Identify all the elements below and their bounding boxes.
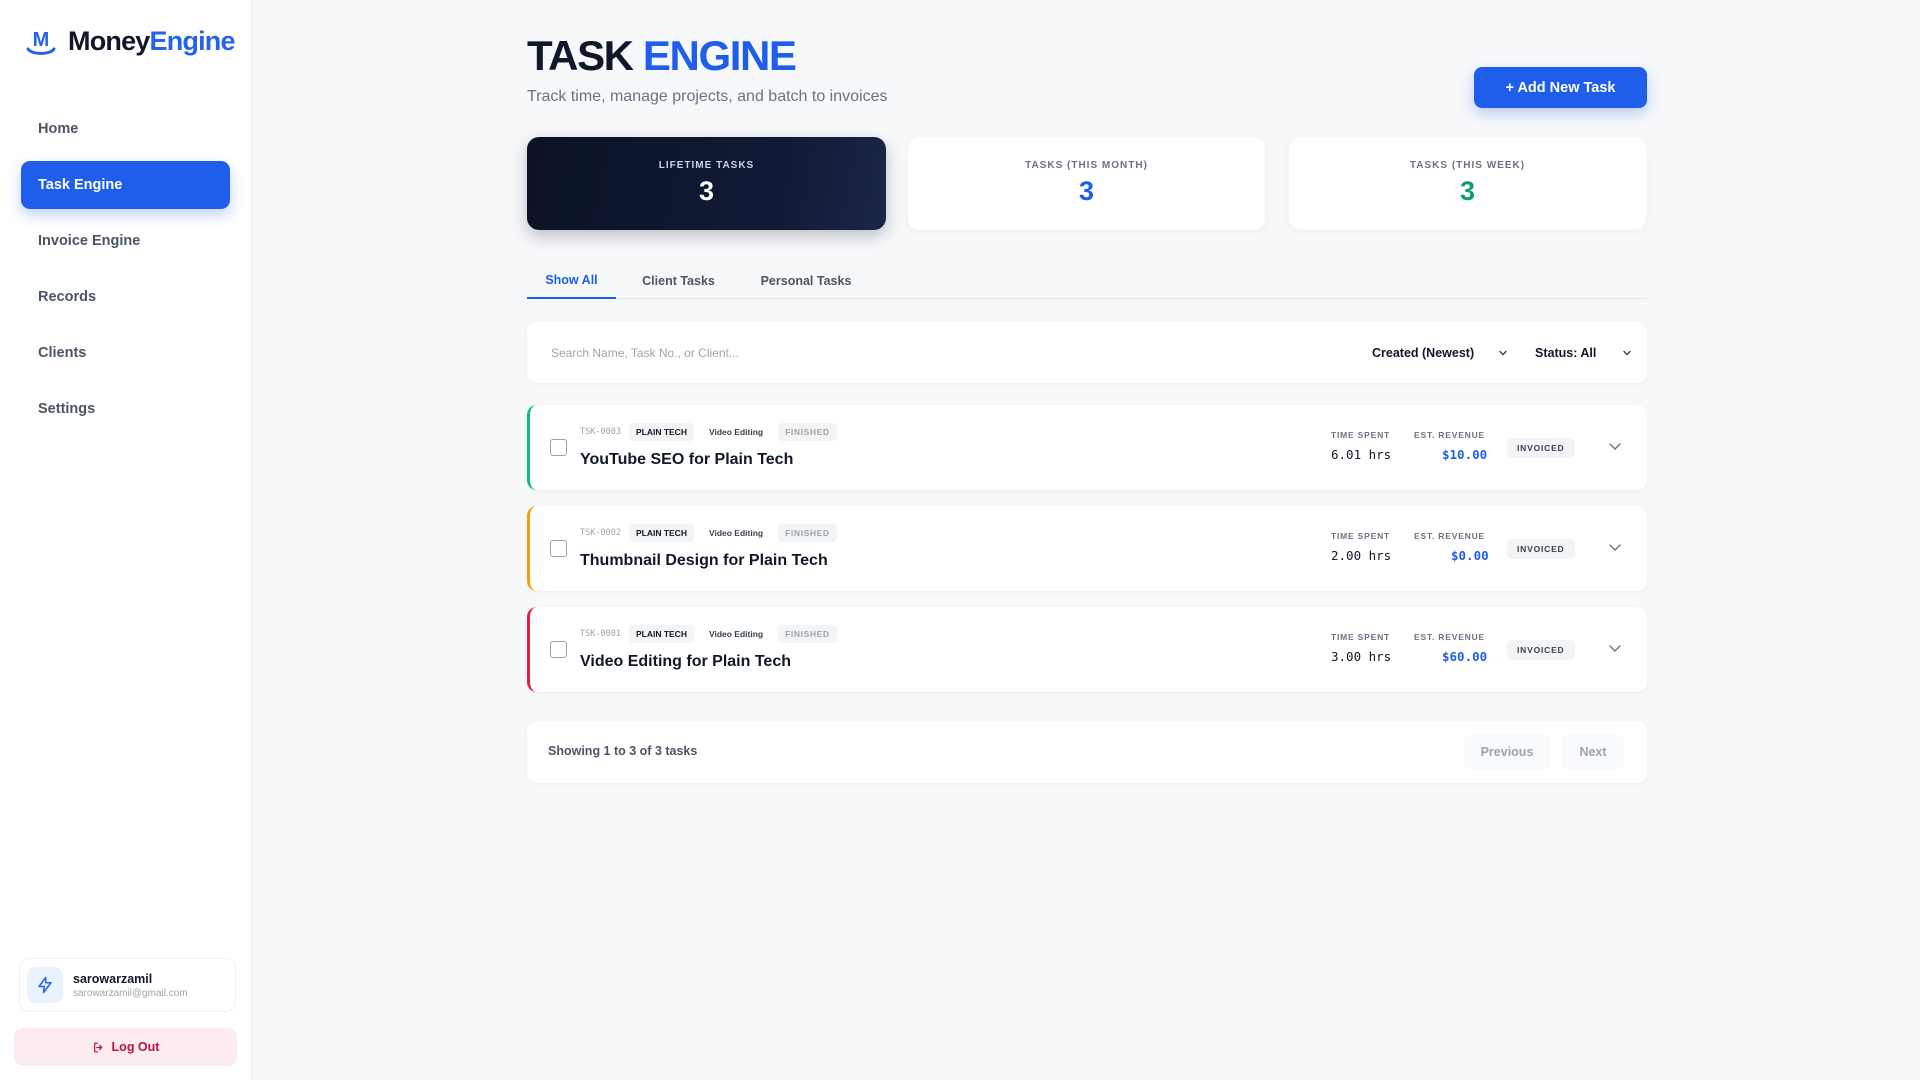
time-spent-label: TIME SPENT: [1331, 632, 1391, 642]
sidebar-item-task-engine[interactable]: Task Engine: [21, 161, 230, 209]
invoice-status-badge: INVOICED: [1507, 640, 1575, 660]
client-chip: PLAIN TECH: [628, 524, 694, 542]
task-row[interactable]: TSK-0003 PLAIN TECH Video Editing FINISH…: [527, 405, 1647, 490]
stat-label: TASKS (THIS MONTH): [1025, 160, 1148, 171]
pagination-summary: Showing 1 to 3 of 3 tasks: [548, 744, 698, 758]
status-badge: FINISHED: [778, 625, 837, 643]
user-name: sarowarzamil: [73, 971, 153, 986]
sidebar-item-clients[interactable]: Clients: [21, 329, 230, 377]
chevron-down-icon[interactable]: [1607, 640, 1623, 656]
time-spent-value: 6.01 hrs: [1331, 447, 1392, 462]
logout-label: Log Out: [111, 1040, 160, 1054]
stat-value: 3: [1459, 176, 1476, 206]
est-revenue-value: $10.00: [1442, 447, 1488, 462]
sidebar-item-invoice-engine[interactable]: Invoice Engine: [21, 217, 230, 265]
task-name: Video Editing for Plain Tech: [580, 653, 791, 670]
tab-client-tasks[interactable]: Client Tasks: [634, 262, 723, 299]
stat-card-this-week: TASKS (THIS WEEK) 3: [1289, 137, 1646, 230]
client-chip: PLAIN TECH: [628, 625, 694, 643]
status-badge: FINISHED: [778, 423, 837, 441]
logout-icon: [93, 1042, 102, 1052]
logout-button[interactable]: Log Out: [14, 1028, 237, 1066]
task-number: TSK-0001: [580, 629, 621, 639]
sidebar-item-records[interactable]: Records: [21, 273, 230, 321]
chevron-down-icon[interactable]: [1607, 539, 1623, 555]
user-card[interactable]: sarowarzamil sarowarzamil@gmail.com: [19, 958, 236, 1012]
add-new-task-button[interactable]: + Add New Task: [1474, 67, 1647, 108]
est-revenue-label: EST. REVENUE: [1414, 632, 1486, 642]
time-spent-value: 2.00 hrs: [1331, 548, 1392, 563]
page-subtitle: Track time, manage projects, and batch t…: [527, 88, 888, 105]
money-engine-logo-icon: M: [26, 29, 56, 55]
task-number: TSK-0003: [580, 427, 621, 437]
invoice-status-badge: INVOICED: [1507, 438, 1575, 458]
stat-label: LIFETIME TASKS: [658, 160, 755, 171]
chevron-down-icon: [1499, 350, 1507, 356]
category-chip: Video Editing: [701, 524, 771, 542]
status-select-value: Status: All: [1535, 345, 1597, 360]
tab-show-all[interactable]: Show All: [527, 262, 616, 299]
user-email: sarowarzamil@gmail.com: [73, 987, 188, 999]
svg-text:M: M: [33, 29, 50, 51]
avatar: [27, 967, 63, 1003]
client-chip: PLAIN TECH: [628, 423, 694, 441]
next-page-button[interactable]: Next: [1562, 734, 1624, 770]
task-checkbox[interactable]: [550, 540, 567, 557]
pagination-bar: Showing 1 to 3 of 3 tasks Previous Next: [527, 721, 1647, 783]
sidebar-nav: Home Task Engine Invoice Engine Records …: [21, 105, 230, 441]
time-spent-label: TIME SPENT: [1331, 430, 1391, 440]
previous-page-button[interactable]: Previous: [1464, 734, 1550, 770]
task-meta: TSK-0003 PLAIN TECH Video Editing FINISH…: [580, 423, 837, 441]
sidebar-item-settings[interactable]: Settings: [21, 385, 230, 433]
chevron-down-icon[interactable]: [1607, 438, 1623, 454]
stat-card-lifetime: LIFETIME TASKS 3: [527, 137, 886, 230]
brand-name: MoneyEngine: [68, 26, 236, 56]
page-title: TASK ENGINE: [527, 32, 797, 79]
sort-select[interactable]: Created (Newest): [1359, 335, 1517, 370]
task-name: Thumbnail Design for Plain Tech: [580, 552, 828, 569]
category-chip: Video Editing: [701, 423, 771, 441]
est-revenue-value: $0.00: [1451, 548, 1489, 563]
est-revenue-label: EST. REVENUE: [1414, 430, 1486, 440]
task-tabs: Show All Client Tasks Personal Tasks: [527, 262, 1647, 299]
category-chip: Video Editing: [701, 625, 771, 643]
sidebar-item-home[interactable]: Home: [21, 105, 230, 153]
task-number: TSK-0002: [580, 528, 621, 538]
filter-bar: Created (Newest) Status: All: [527, 322, 1647, 383]
time-spent-label: TIME SPENT: [1331, 531, 1391, 541]
stat-label: TASKS (THIS WEEK): [1409, 160, 1526, 171]
lightning-icon: [38, 976, 52, 994]
status-select[interactable]: Status: All: [1527, 335, 1639, 370]
tab-personal-tasks[interactable]: Personal Tasks: [753, 262, 859, 299]
invoice-status-badge: INVOICED: [1507, 539, 1575, 559]
task-meta: TSK-0001 PLAIN TECH Video Editing FINISH…: [580, 625, 837, 643]
sidebar: M MoneyEngine Home Task Engine Invoice E…: [0, 0, 252, 1080]
task-row[interactable]: TSK-0002 PLAIN TECH Video Editing FINISH…: [527, 506, 1647, 591]
time-spent-value: 3.00 hrs: [1331, 649, 1392, 664]
search-input[interactable]: [538, 335, 948, 370]
task-meta: TSK-0002 PLAIN TECH Video Editing FINISH…: [580, 524, 837, 542]
task-checkbox[interactable]: [550, 439, 567, 456]
stat-card-this-month: TASKS (THIS MONTH) 3: [908, 137, 1265, 230]
sort-select-value: Created (Newest): [1372, 345, 1475, 360]
stat-value: 3: [698, 176, 715, 206]
brand-logo[interactable]: M MoneyEngine: [24, 26, 236, 57]
task-row[interactable]: TSK-0001 PLAIN TECH Video Editing FINISH…: [527, 607, 1647, 692]
task-name: YouTube SEO for Plain Tech: [580, 451, 794, 468]
est-revenue-label: EST. REVENUE: [1414, 531, 1486, 541]
chevron-down-icon: [1623, 350, 1631, 356]
est-revenue-value: $60.00: [1442, 649, 1488, 664]
status-badge: FINISHED: [778, 524, 837, 542]
task-checkbox[interactable]: [550, 641, 567, 658]
stat-value: 3: [1078, 176, 1095, 206]
